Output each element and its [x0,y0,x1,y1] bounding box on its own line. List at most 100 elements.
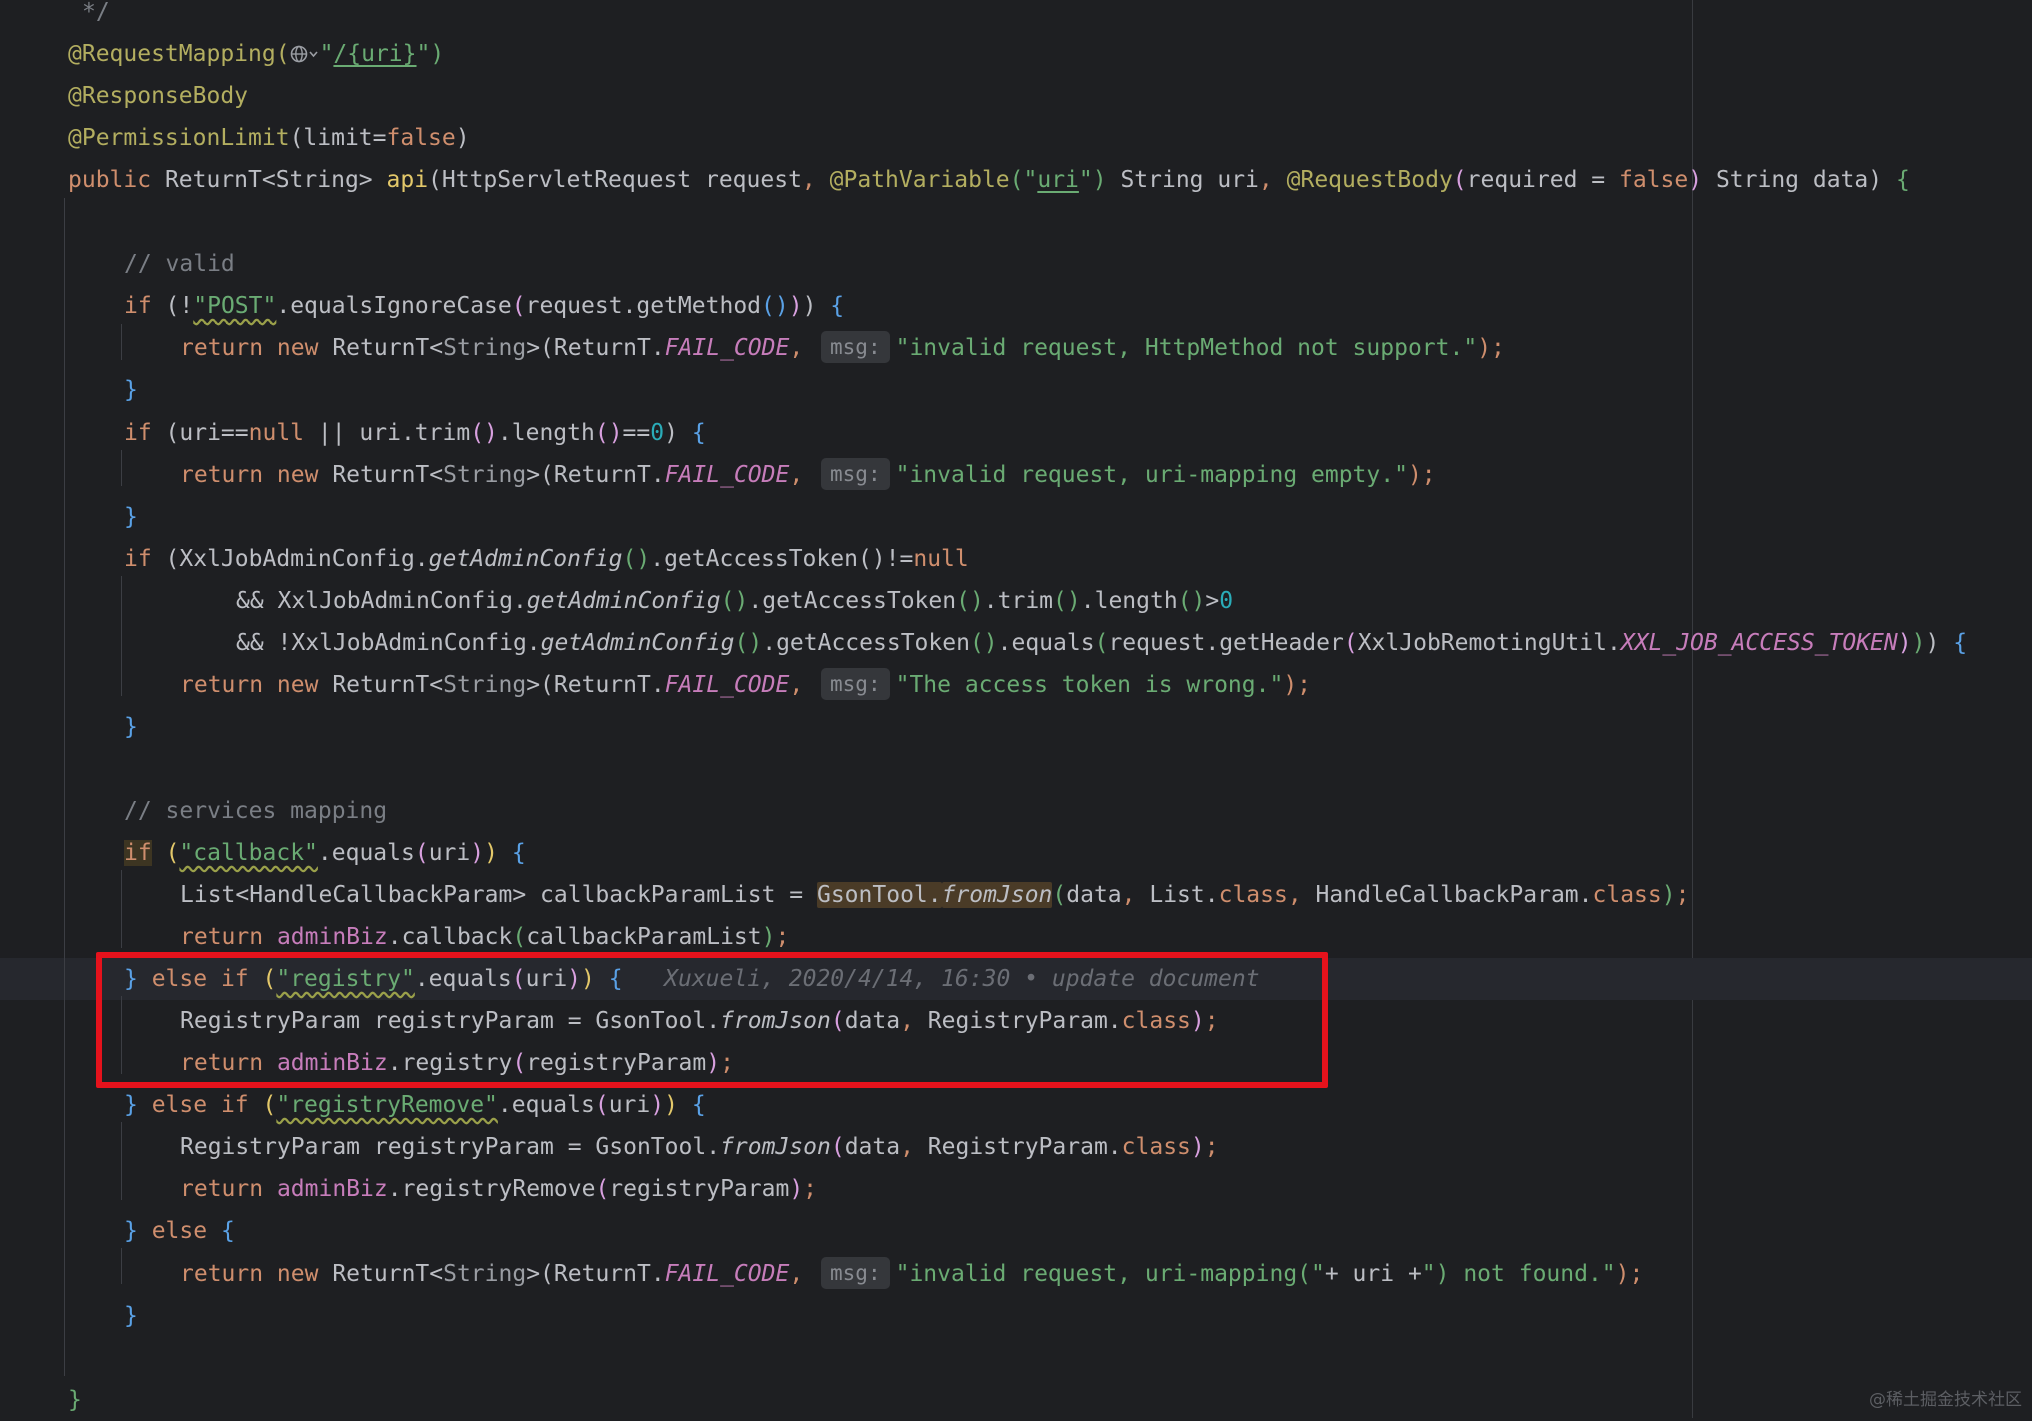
code-line[interactable]: } [0,1379,2032,1421]
code-line[interactable]: return new ReturnT<String>(ReturnT.FAIL_… [0,664,2032,706]
code-token: ) [1190,1134,1205,1161]
code-line[interactable]: && XxlJobAdminConfig.getAdminConfig().ge… [0,580,2032,622]
code-line[interactable]: && !XxlJobAdminConfig.getAdminConfig().g… [0,622,2032,664]
code-token: , [1258,167,1287,194]
code-token: FAIL_CODE [664,1260,790,1287]
code-line[interactable]: @ResponseBody [0,75,2032,117]
code-token: RegistryParam. [927,1008,1122,1035]
code-line[interactable]: } else { [0,1210,2032,1252]
code-token: ) [1925,629,1954,656]
code-line[interactable]: @RequestMapping("/{uri}") [0,33,2032,75]
code-token: } [68,1386,82,1413]
code-token: GsonTool. [816,882,942,909]
code-token: , [900,1008,928,1035]
code-token: registryParam [609,1176,790,1203]
code-token: data [844,1134,901,1161]
code-token: ) [1190,1008,1205,1035]
code-token: () [470,419,498,446]
code-editor[interactable]: */@RequestMapping("/{uri}") @ResponseBody… [0,0,2032,1418]
code-line-text: return new ReturnT<String>(ReturnT.FAIL_… [180,664,1311,706]
code-line[interactable]: public ReturnT<String> api(HttpServletRe… [0,159,2032,201]
code-line[interactable]: // valid [0,243,2032,285]
code-line[interactable]: } [0,706,2032,748]
code-token: else [151,1218,221,1245]
code-token: ReturnT< [332,335,444,362]
code-line[interactable]: */ [0,0,2032,33]
code-token: ); [1407,461,1436,488]
code-line[interactable] [0,201,2032,243]
code-token: ( [511,293,526,320]
code-line[interactable]: if ("callback".equals(uri)) { [0,832,2032,874]
code-token: " [319,41,334,68]
code-line[interactable]: } else if ("registry".equals(uri)) { Xux… [0,958,2032,1001]
param-name-hint: msg: [821,331,890,364]
code-token: if [124,419,166,446]
code-line[interactable]: } else if ("registryRemove".equals(uri))… [0,1084,2032,1126]
code-token: { [511,840,526,866]
code-line-text: @PermissionLimit(limit=false) [68,117,470,159]
code-token: uri [1037,167,1079,194]
code-line[interactable]: // services mapping [0,790,2032,832]
code-token: ( [262,966,277,993]
code-line[interactable]: } [0,496,2032,538]
code-line[interactable]: return adminBiz.callback(callbackParamLi… [0,916,2032,958]
code-line[interactable]: RegistryParam registryParam = GsonTool.f… [0,1126,2032,1168]
code-token: >(ReturnT. [526,1260,665,1287]
globe-icon[interactable] [290,36,320,78]
code-token: getAdminConfig [540,629,735,656]
code-token: .equals [997,629,1095,656]
code-line-text: && !XxlJobAdminConfig.getAdminConfig().g… [236,622,1967,664]
code-line-text: if (uri==null || uri.trim().length()==0)… [124,412,706,454]
code-line[interactable] [0,1337,2032,1379]
code-token: ") [416,41,445,68]
code-line[interactable]: } [0,1295,2032,1337]
code-line[interactable]: RegistryParam registryParam = GsonTool.f… [0,1000,2032,1042]
code-token: RegistryParam registryParam = GsonTool. [180,1134,721,1161]
code-line[interactable]: return new ReturnT<String>(ReturnT.FAIL_… [0,1253,2032,1295]
code-token: List<HandleCallbackParam> callbackParamL… [180,882,817,909]
param-name-hint: msg: [821,457,890,490]
indent-guide [121,870,122,948]
code-token: } [124,1302,138,1329]
code-token: ") not found." [1421,1260,1616,1287]
code-token: adminBiz [276,924,388,951]
code-token: fromJson [720,1134,831,1161]
code-line[interactable]: return adminBiz.registryRemove(registryP… [0,1168,2032,1210]
code-token: uri [608,1092,651,1119]
code-token: .length [497,419,595,446]
code-token: @RequestMapping( [68,41,290,68]
code-token: ); [1477,335,1505,362]
code-line[interactable]: if (uri==null || uri.trim().length()==0)… [0,412,2032,454]
code-line[interactable]: if (!"POST".equalsIgnoreCase(request.get… [0,285,2032,327]
code-token: >(ReturnT. [526,335,665,362]
code-token: ) [1661,882,1676,909]
code-line[interactable]: return new ReturnT<String>(ReturnT.FAIL_… [0,454,2032,496]
code-token: ") [1078,167,1121,194]
code-token: fromJson [941,882,1053,909]
code-token: String uri [1120,167,1259,194]
code-line[interactable]: if (XxlJobAdminConfig.getAdminConfig().g… [0,538,2032,580]
code-line[interactable] [0,748,2032,790]
code-line[interactable]: @PermissionLimit(limit=false) [0,117,2032,159]
code-line[interactable]: List<HandleCallbackParam> callbackParamL… [0,874,2032,916]
code-token: ) [789,1176,804,1203]
code-token: return new [180,671,333,698]
code-line[interactable]: return adminBiz.registry(registryParam); [0,1042,2032,1084]
code-line[interactable]: return new ReturnT<String>(ReturnT.FAIL_… [0,327,2032,369]
code-token: ReturnT< [332,671,444,698]
code-token: class [1121,1008,1191,1035]
code-token: ( [595,1176,610,1203]
code-token: ReturnT< [332,461,444,488]
code-token: List. [1149,882,1219,909]
code-token: ( [1094,629,1109,656]
code-token: // valid [124,251,235,278]
code-token: ; [803,1176,818,1203]
code-line[interactable]: } [0,369,2032,411]
code-token: .equalsIgnoreCase [276,293,512,320]
code-token: RegistryParam. [927,1134,1122,1161]
code-token: "POST" [193,293,277,320]
code-token: ; [775,924,790,951]
code-token: ( [512,924,527,951]
